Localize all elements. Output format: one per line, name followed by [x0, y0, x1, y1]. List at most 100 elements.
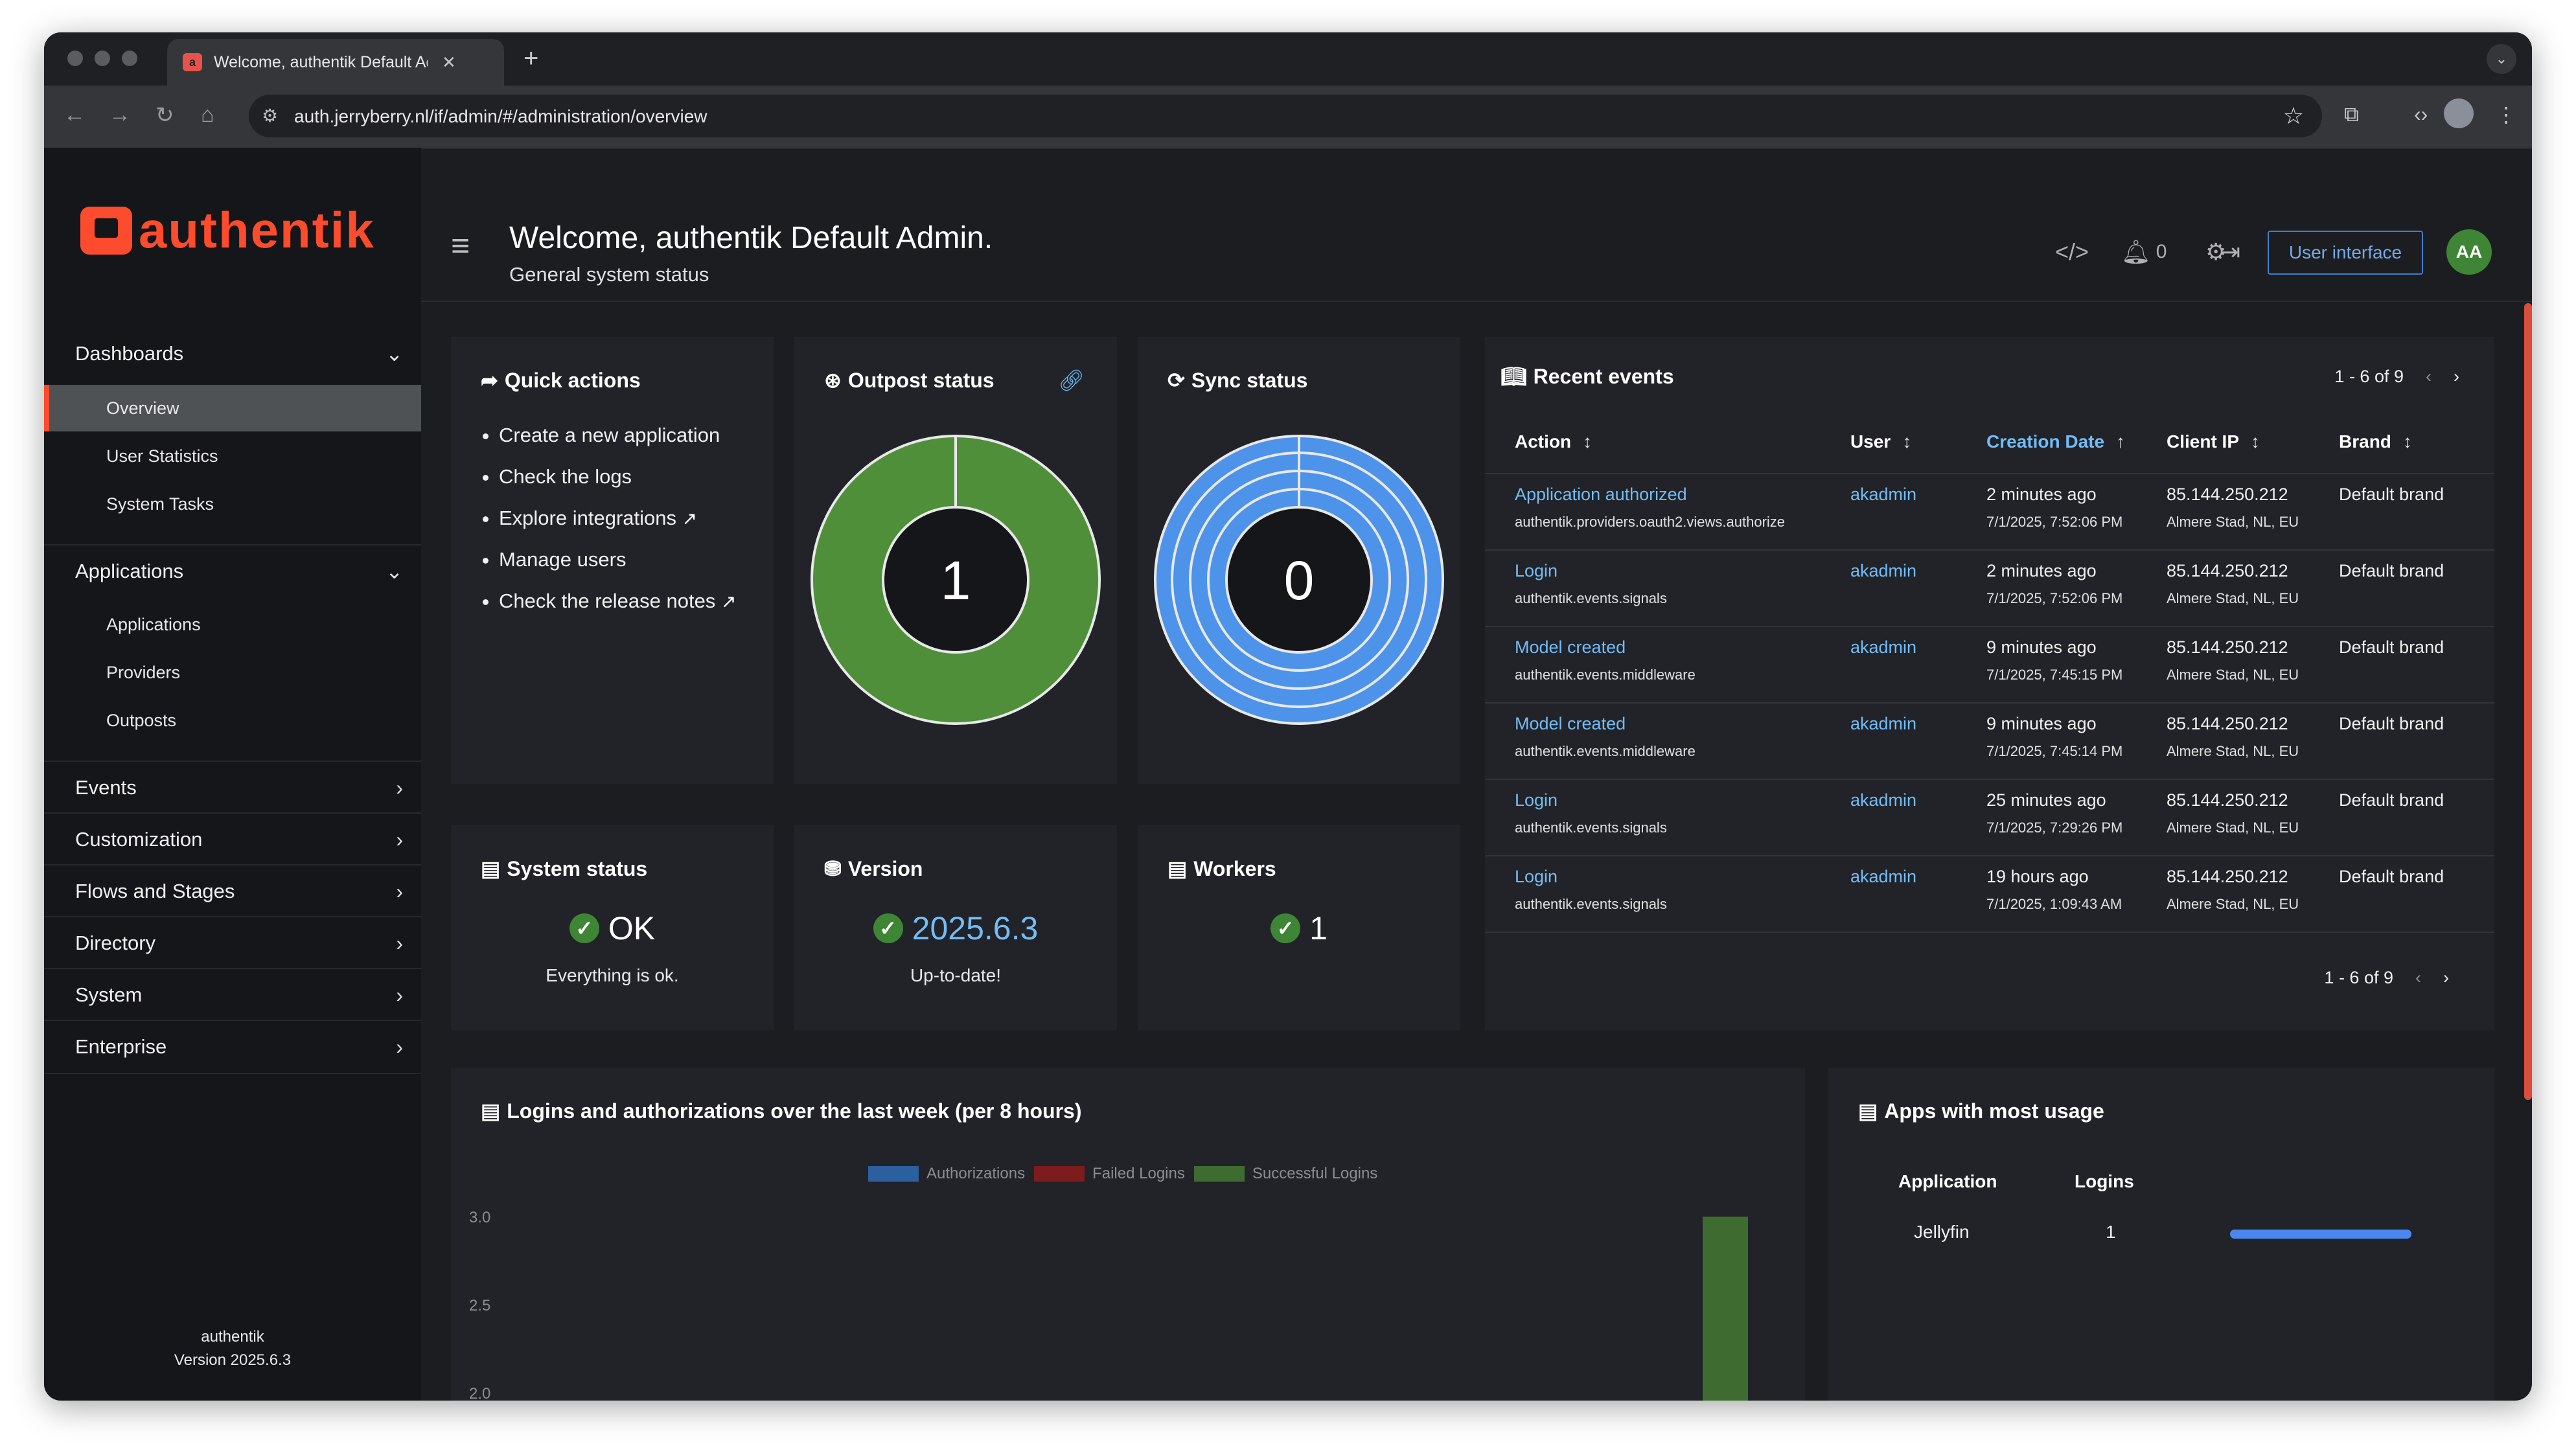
- quick-action-manage-users[interactable]: Manage users: [499, 539, 736, 580]
- bookmark-star-icon[interactable]: ☆: [2283, 102, 2304, 130]
- link-icon[interactable]: 🔗︎: [1058, 368, 1085, 393]
- event-timestamp: 7/1/2025, 1:09:43 AM: [1986, 896, 2122, 912]
- event-user-link[interactable]: akadmin: [1850, 637, 1916, 658]
- column-header-creation-date[interactable]: Creation Date ↑: [1986, 431, 2125, 452]
- api-code-icon[interactable]: </>: [2055, 238, 2089, 266]
- event-brand: Default brand: [2339, 637, 2444, 657]
- sidebar-item-outposts[interactable]: Outposts: [44, 697, 421, 744]
- column-header-user[interactable]: User ↕: [1850, 431, 1911, 452]
- event-user-link[interactable]: akadmin: [1850, 867, 1916, 887]
- logout-icon[interactable]: ⇥: [2221, 238, 2240, 266]
- profile-avatar[interactable]: [2444, 98, 2474, 128]
- table-row[interactable]: Application authorized authentik.provider…: [1485, 473, 2494, 551]
- table-row[interactable]: Login authentik.events.signals akadmin 19 h…: [1485, 855, 2494, 933]
- browser-toolbar: ← → ↻ ⌂ ⚙ auth.jerryberry.nl/if/admin/#/…: [44, 86, 2532, 149]
- sidebar-item-providers[interactable]: Providers: [44, 649, 421, 696]
- sort-icon: ↕: [2251, 431, 2260, 452]
- previous-page-icon[interactable]: ‹: [2415, 968, 2421, 987]
- nav-section-customization[interactable]: Customization ›: [44, 812, 421, 865]
- event-action-link[interactable]: Model created: [1515, 714, 1696, 734]
- reload-icon[interactable]: ↻: [155, 102, 174, 128]
- event-ip-cell: 85.144.250.212 Almere Stad, NL, EU: [2167, 637, 2299, 683]
- devtools-icon[interactable]: ‹›: [2414, 102, 2428, 126]
- zoom-window-dot[interactable]: [122, 51, 137, 66]
- quick-action-create-application[interactable]: Create a new application: [499, 415, 736, 456]
- workers-card: ▤ Workers ✓ 1: [1138, 825, 1460, 1030]
- url-text: auth.jerryberry.nl/if/admin/#/administra…: [294, 106, 707, 126]
- legend-label[interactable]: Failed Logins: [1092, 1165, 1185, 1183]
- nav-section-enterprise[interactable]: Enterprise ›: [44, 1020, 421, 1074]
- event-user-cell: akadmin: [1850, 867, 1916, 887]
- address-bar[interactable]: ⚙ auth.jerryberry.nl/if/admin/#/administ…: [249, 95, 2322, 137]
- legend-label[interactable]: Authorizations: [926, 1165, 1025, 1183]
- forward-icon[interactable]: →: [109, 102, 131, 128]
- browser-window: a Welcome, authentik Default Admin. ✕ + …: [44, 32, 2532, 1401]
- logins-chart-card: ▤ Logins and authorizations over the last…: [451, 1068, 1805, 1401]
- close-tab-icon[interactable]: ✕: [442, 52, 456, 73]
- event-user-link[interactable]: akadmin: [1850, 714, 1916, 734]
- sidebar-item-user-statistics[interactable]: User Statistics: [44, 433, 421, 479]
- sidebar-item-applications[interactable]: Applications: [44, 601, 421, 648]
- sidebar-item-overview[interactable]: Overview: [44, 385, 421, 431]
- hamburger-menu-icon[interactable]: ≡: [451, 227, 470, 264]
- site-settings-icon[interactable]: ⚙: [262, 105, 278, 126]
- legend-label[interactable]: Successful Logins: [1252, 1165, 1377, 1183]
- sidebar: authentik Dashboards ⌄ Overview User Sta…: [44, 148, 421, 1401]
- event-user-link[interactable]: akadmin: [1850, 485, 1916, 505]
- nav-section-events[interactable]: Events ›: [44, 761, 421, 814]
- browser-menu-icon[interactable]: ⋮: [2496, 102, 2516, 127]
- bundle-icon: ⛃: [824, 857, 842, 880]
- page-title: Welcome, authentik Default Admin.: [509, 221, 993, 255]
- browser-tab[interactable]: a Welcome, authentik Default Admin. ✕: [167, 39, 504, 86]
- next-page-icon[interactable]: ›: [2454, 367, 2459, 386]
- event-action-link[interactable]: Login: [1515, 561, 1667, 581]
- extensions-icon[interactable]: ⧉: [2344, 102, 2359, 127]
- table-row[interactable]: Model created authentik.events.middleware…: [1485, 626, 2494, 704]
- quick-action-release-notes[interactable]: Check the release notes ↗: [499, 580, 736, 622]
- next-page-icon[interactable]: ›: [2443, 968, 2449, 987]
- event-action-link[interactable]: Application authorized: [1515, 485, 1785, 505]
- column-header-action[interactable]: Action ↕: [1515, 431, 1592, 452]
- column-header-client-ip[interactable]: Client IP ↕: [2167, 431, 2260, 452]
- back-icon[interactable]: ←: [63, 102, 86, 128]
- nav-section-directory[interactable]: Directory ›: [44, 916, 421, 969]
- event-app: authentik.events.signals: [1515, 590, 1667, 606]
- version-card: ⛃ Version ✓ 2025.6.3 Up-to-date!: [794, 825, 1117, 1030]
- page-scrollbar[interactable]: [2524, 303, 2532, 1100]
- nav-section-flows-and-stages[interactable]: Flows and Stages ›: [44, 864, 421, 917]
- nav-section-label: Customization: [75, 828, 203, 851]
- notifications-button[interactable]: 🔔︎ 0: [2121, 238, 2167, 266]
- nav-section-label: Events: [75, 776, 137, 799]
- nav-section-system[interactable]: System ›: [44, 968, 421, 1021]
- event-timestamp: 7/1/2025, 7:45:15 PM: [1986, 667, 2123, 683]
- table-row[interactable]: Login authentik.events.signals akadmin 2 mi…: [1485, 549, 2494, 627]
- event-brand: Default brand: [2339, 561, 2444, 580]
- quick-action-check-logs[interactable]: Check the logs: [499, 456, 736, 498]
- previous-page-icon[interactable]: ‹: [2426, 367, 2432, 386]
- nav-section-applications[interactable]: Applications ⌄: [44, 544, 421, 597]
- event-action-link[interactable]: Login: [1515, 790, 1667, 810]
- minimize-window-dot[interactable]: [95, 51, 110, 66]
- event-action-link[interactable]: Login: [1515, 867, 1667, 887]
- avatar[interactable]: AA: [2446, 229, 2492, 275]
- event-user-link[interactable]: akadmin: [1850, 561, 1916, 581]
- event-action-link[interactable]: Model created: [1515, 637, 1696, 658]
- event-user-link[interactable]: akadmin: [1850, 790, 1916, 810]
- column-header-brand[interactable]: Brand ↕: [2339, 431, 2412, 452]
- quick-action-explore-integrations[interactable]: Explore integrations ↗: [499, 498, 736, 539]
- tab-search-icon[interactable]: ⌄: [2487, 44, 2516, 74]
- authentik-logo[interactable]: authentik: [80, 201, 375, 260]
- chevron-right-icon: ›: [396, 879, 403, 903]
- chevron-right-icon: ›: [396, 827, 403, 851]
- user-interface-button[interactable]: User interface: [2268, 231, 2423, 275]
- close-window-dot[interactable]: [67, 51, 83, 66]
- server-icon: ▤: [1858, 1099, 1878, 1123]
- version-link[interactable]: 2025.6.3: [912, 910, 1039, 947]
- home-icon[interactable]: ⌂: [201, 102, 214, 128]
- check-circle-icon: ✓: [873, 913, 903, 943]
- new-tab-icon[interactable]: +: [523, 44, 538, 73]
- table-row[interactable]: Login authentik.events.signals akadmin 25 m…: [1485, 779, 2494, 856]
- sidebar-item-system-tasks[interactable]: System Tasks: [44, 481, 421, 527]
- table-row[interactable]: Model created authentik.events.middleware…: [1485, 702, 2494, 780]
- nav-section-dashboards[interactable]: Dashboards ⌄: [44, 328, 421, 380]
